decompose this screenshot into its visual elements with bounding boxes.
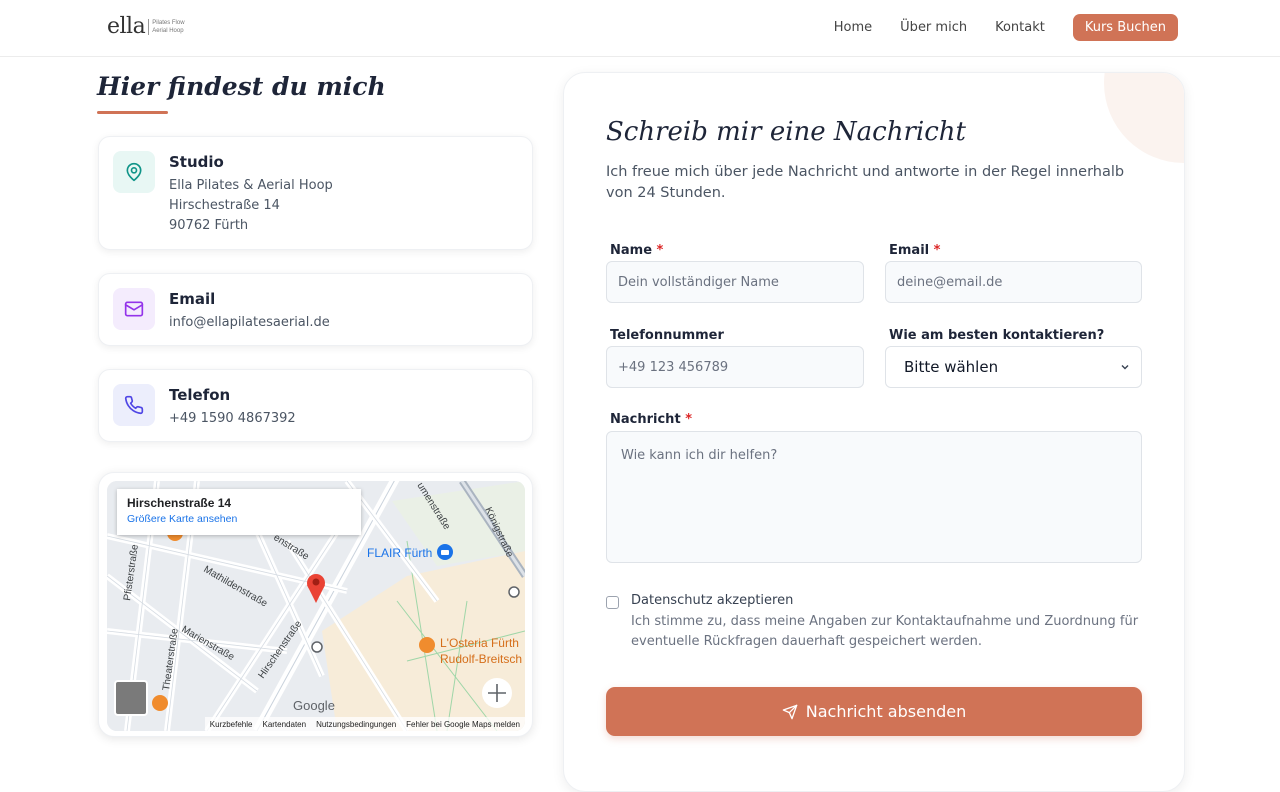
phone-number[interactable]: +49 1590 4867392 <box>169 411 296 426</box>
phone-icon <box>113 384 155 426</box>
privacy-label[interactable]: Datenschutz akzeptieren <box>631 593 793 608</box>
studio-name: Ella Pilates & Aerial Hoop <box>169 178 333 193</box>
logo-tagline: Pilates Flow Aerial Hoop <box>148 18 185 35</box>
nav-contact[interactable]: Kontakt <box>995 20 1045 35</box>
message-textarea[interactable]: Wie kann ich dir helfen? <box>606 431 1142 563</box>
nav-home[interactable]: Home <box>834 20 872 35</box>
email-placeholder: deine@email.de <box>897 274 1003 290</box>
message-placeholder: Wie kann ich dir helfen? <box>621 448 778 463</box>
name-label: Name * <box>610 243 663 258</box>
larger-map-link[interactable]: Größere Karte ansehen <box>127 513 237 525</box>
logo-wordmark: ella <box>107 14 146 39</box>
chevron-down-icon <box>1121 365 1129 370</box>
studio-street: Hirschestraße 14 <box>169 198 280 213</box>
name-required-mark: * <box>656 243 664 258</box>
phone-input[interactable]: +49 123 456789 <box>606 346 864 388</box>
submit-label: Nachricht absenden <box>805 702 967 721</box>
map-report-link[interactable]: Fehler bei Google Maps melden <box>401 720 525 729</box>
map-info-box: Hirschenstraße 14 Größere Karte ansehen <box>117 489 361 535</box>
logo-tagline-2: Aerial Hoop <box>152 27 184 34</box>
google-map[interactable]: FLAIR Fürth L'Osteria Fürth Rudolf-Breit… <box>107 481 525 731</box>
email-label-text: Email <box>889 243 930 258</box>
nav-about[interactable]: Über mich <box>900 20 967 35</box>
map-card: FLAIR Fürth L'Osteria Fürth Rudolf-Breit… <box>98 472 533 737</box>
book-course-button[interactable]: Kurs Buchen <box>1072 14 1178 41</box>
contact-method-label: Wie am besten kontaktieren? <box>889 328 1105 343</box>
studio-card: Studio Ella Pilates & Aerial Hoop Hirsch… <box>98 136 533 250</box>
email-label: Email * <box>889 243 940 258</box>
phone-card: Telefon +49 1590 4867392 <box>98 369 533 442</box>
privacy-description: Ich stimme zu, dass meine Angaben zur Ko… <box>631 614 1139 649</box>
studio-title: Studio <box>169 153 224 171</box>
contact-heading: Hier findest du mich <box>97 72 386 101</box>
map-label-flair: FLAIR Fürth <box>367 546 432 560</box>
logo[interactable]: ella Pilates Flow Aerial Hoop <box>107 14 185 39</box>
phone-placeholder: +49 123 456789 <box>618 359 729 375</box>
email-card: Email info@ellapilatesaerial.de <box>98 273 533 346</box>
map-label-osteria-1: L'Osteria Fürth <box>440 636 519 650</box>
map-data-link[interactable]: Kartendaten <box>257 720 311 729</box>
decorative-blob <box>1104 73 1184 163</box>
name-placeholder: Dein vollständiger Name <box>618 274 779 290</box>
message-required-mark: * <box>685 412 692 427</box>
form-title: Schreib mir eine Nachricht <box>606 117 966 147</box>
map-terms-link[interactable]: Nutzungsbedingungen <box>311 720 401 729</box>
phone-label: Telefonnummer <box>610 328 724 343</box>
logo-tagline-1: Pilates Flow <box>152 19 185 26</box>
heading-underline <box>97 111 168 114</box>
main-nav: Home Über mich Kontakt Kurs Buchen <box>834 14 1178 41</box>
message-label: Nachricht * <box>610 412 692 427</box>
email-title: Email <box>169 290 216 308</box>
map-shortcuts-link[interactable]: Kurzbefehle <box>205 720 258 729</box>
email-input[interactable]: deine@email.de <box>885 261 1142 303</box>
email-address[interactable]: info@ellapilatesaerial.de <box>169 315 330 330</box>
contact-form-card: Schreib mir eine Nachricht Ich freue mic… <box>563 72 1185 792</box>
name-input[interactable]: Dein vollständiger Name <box>606 261 864 303</box>
email-required-mark: * <box>933 243 941 258</box>
privacy-checkbox[interactable] <box>606 596 619 609</box>
contact-method-value: Bitte wählen <box>904 358 999 376</box>
map-label-osteria-2: Rudolf-Breitsch <box>440 652 522 666</box>
mail-icon <box>113 288 155 330</box>
phone-title: Telefon <box>169 386 231 404</box>
send-icon <box>782 704 798 719</box>
form-intro: Ich freue mich über jede Nachricht und a… <box>606 164 1125 201</box>
name-label-text: Name <box>610 243 653 258</box>
message-label-text: Nachricht <box>610 412 681 427</box>
map-info-title: Hirschenstraße 14 <box>127 496 232 510</box>
submit-button[interactable]: Nachricht absenden <box>606 687 1142 736</box>
contact-method-select[interactable]: Bitte wählen <box>885 346 1142 388</box>
location-pin-icon <box>113 151 155 193</box>
google-logo: Google <box>293 698 335 713</box>
top-header: ella Pilates Flow Aerial Hoop Home Über … <box>0 0 1280 57</box>
map-footer: Kurzbefehle Kartendaten Nutzungsbedingun… <box>204 717 525 731</box>
studio-city: 90762 Fürth <box>169 218 249 233</box>
